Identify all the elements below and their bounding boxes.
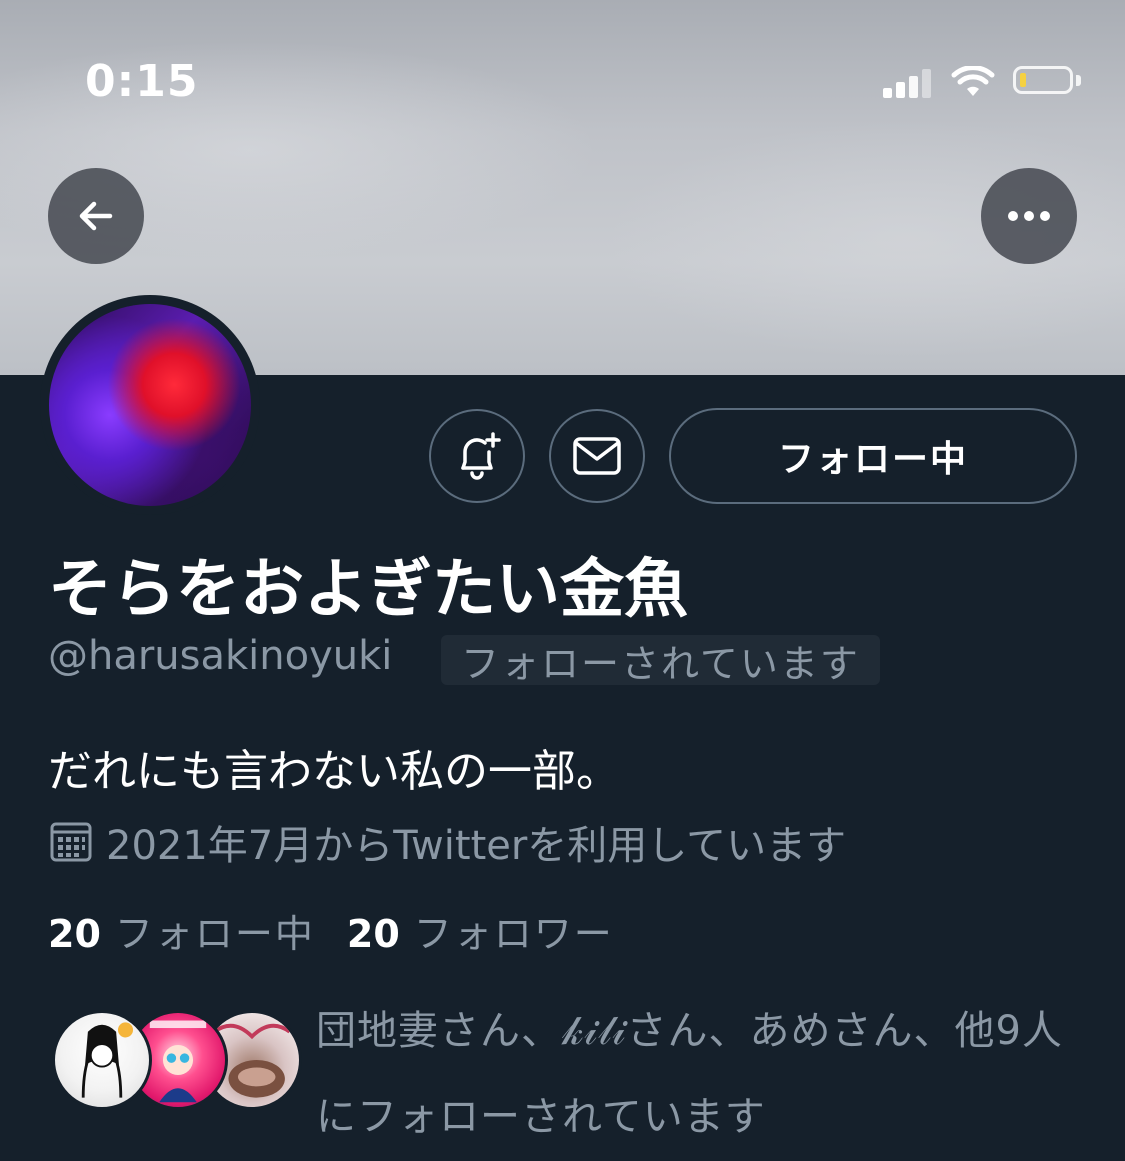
more-button[interactable] — [981, 168, 1077, 264]
back-button[interactable] — [48, 168, 144, 264]
status-icons — [883, 62, 1093, 102]
following-count: 20 — [48, 912, 101, 956]
following-stat[interactable]: 20 フォロー中 — [48, 903, 315, 958]
join-date-text: 2021年7月からTwitterを利用しています — [106, 823, 847, 869]
calendar-icon — [50, 822, 92, 862]
battery-icon — [1013, 66, 1073, 94]
follows-you-badge: フォローされています — [441, 635, 880, 686]
arrow-left-icon — [79, 201, 113, 231]
display-name: そらをおよぎたい金魚 — [48, 553, 688, 627]
wifi-icon — [951, 66, 995, 96]
join-date: 2021年7月からTwitterを利用しています — [48, 815, 846, 869]
following-label: フォロー中 — [114, 912, 315, 956]
more-horizontal-icon — [1008, 211, 1050, 221]
followers-count: 20 — [346, 912, 400, 956]
profile-bio: だれにも言わない私の一部。 — [48, 746, 620, 797]
following-button[interactable]: フォロー中 — [669, 408, 1077, 504]
mail-icon — [573, 437, 621, 475]
mutual-followers-text[interactable]: 団地妻さん、𝓀𝒾𝓁𝒾さん、あめさん、他9人にフォローされています — [316, 988, 1096, 1160]
status-time: 0:15 — [85, 56, 199, 107]
followers-label: フォロワー — [413, 912, 614, 956]
username-handle: @harusakinoyuki — [48, 633, 393, 679]
follow-stats: 20 フォロー中 20 フォロワー — [48, 903, 646, 958]
followers-stat[interactable]: 20 フォロワー — [347, 903, 614, 958]
cellular-signal-icon — [883, 68, 933, 98]
avatar[interactable] — [49, 304, 251, 506]
avatar — [52, 1010, 152, 1110]
mutual-followers-avatars[interactable] — [52, 1010, 302, 1114]
bell-plus-icon — [461, 432, 501, 480]
notify-button[interactable] — [429, 409, 525, 503]
message-button[interactable] — [549, 409, 645, 503]
